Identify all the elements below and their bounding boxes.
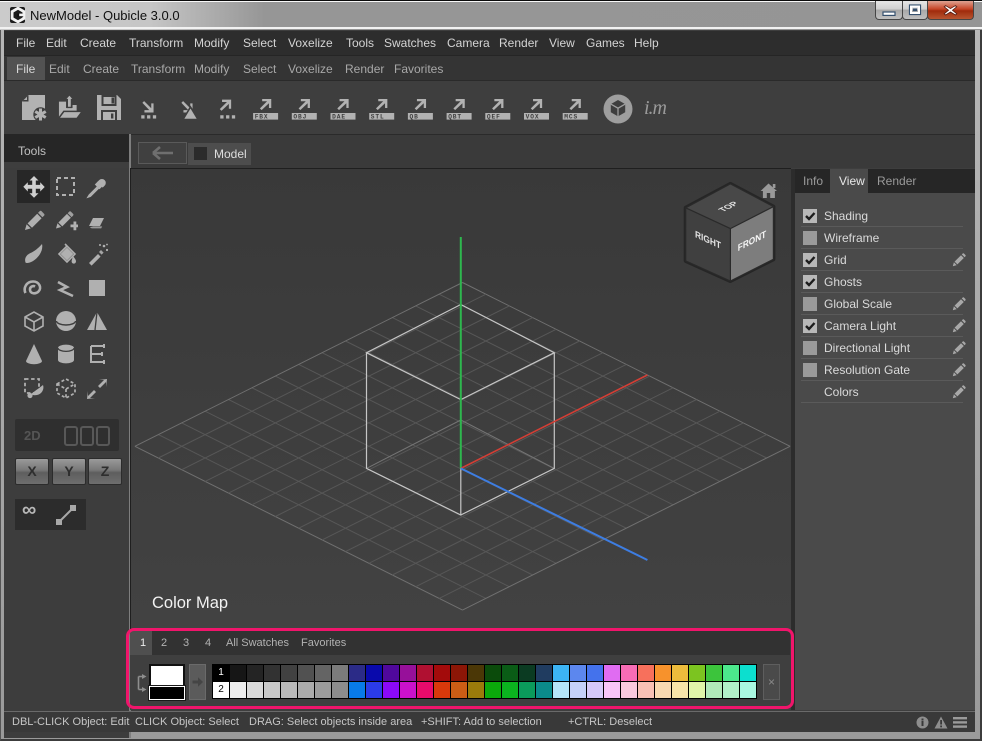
svg-text:STL: STL — [371, 114, 385, 121]
svg-text:QBT: QBT — [448, 114, 462, 121]
svg-text:FBX: FBX — [255, 114, 269, 121]
svg-text:DAE: DAE — [332, 114, 346, 121]
svg-text:QB: QB — [410, 114, 419, 121]
svg-text:QEF: QEF — [487, 114, 501, 121]
svg-text:VOX: VOX — [526, 114, 540, 121]
svg-text:MCS: MCS — [564, 114, 578, 121]
svg-text:OBJ: OBJ — [293, 114, 307, 121]
